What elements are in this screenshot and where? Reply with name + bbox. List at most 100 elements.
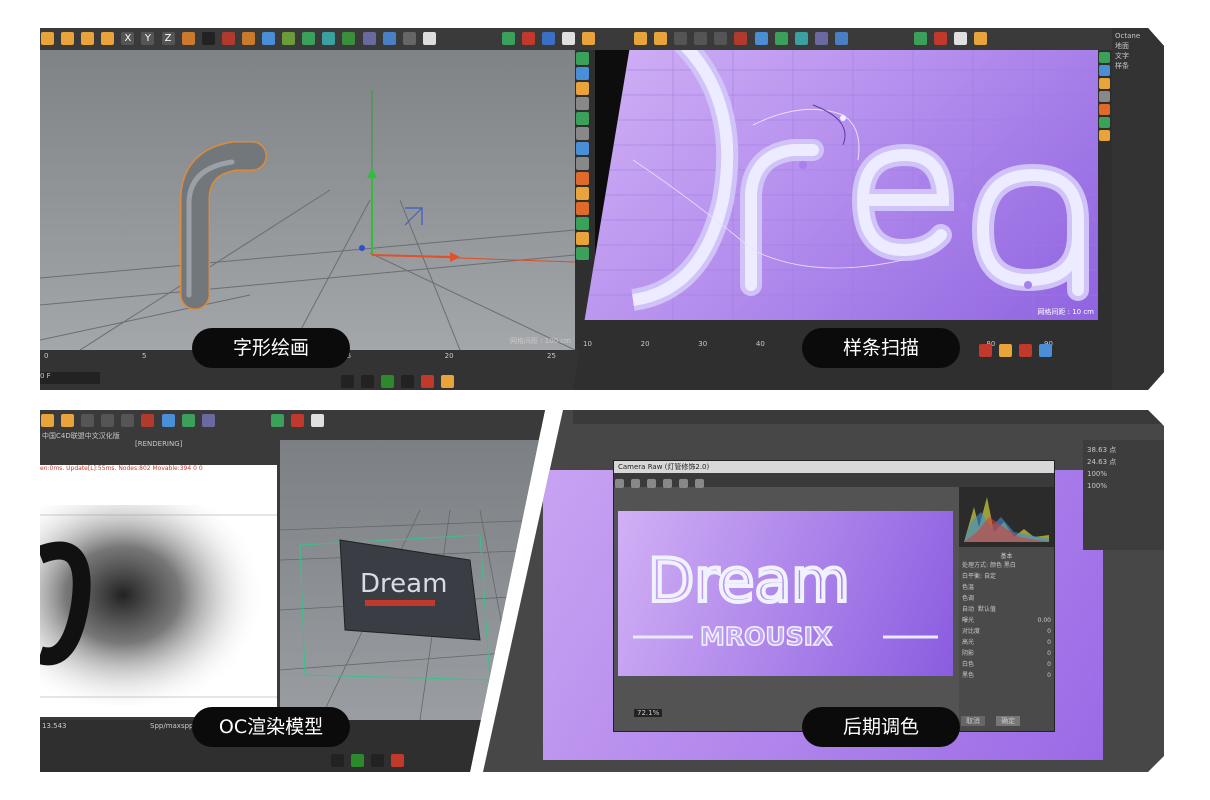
font-size-value[interactable]: 38.63 点 xyxy=(1087,444,1160,456)
add-icon[interactable] xyxy=(61,414,75,427)
slider-row[interactable]: 对比度 0 xyxy=(962,626,1054,637)
prev-frame-icon[interactable] xyxy=(361,375,375,388)
rotate-icon[interactable] xyxy=(41,414,54,427)
subdivide-icon[interactable] xyxy=(181,414,195,427)
cr-preview[interactable]: Dream MROUSIX xyxy=(618,511,953,676)
array-icon[interactable] xyxy=(794,32,808,45)
cube-icon[interactable] xyxy=(754,32,768,45)
rotate-icon[interactable] xyxy=(81,32,95,45)
scale-icon[interactable] xyxy=(654,32,668,45)
subdivide-icon[interactable] xyxy=(302,32,316,45)
scale-h-value[interactable]: 100% xyxy=(1087,480,1160,492)
camera-icon[interactable] xyxy=(402,32,416,45)
oc-light-icon[interactable] xyxy=(311,414,325,427)
frame-field[interactable]: 0 F xyxy=(40,372,100,384)
render-icon[interactable] xyxy=(141,414,155,427)
add-icon[interactable] xyxy=(101,32,115,45)
next-frame-icon[interactable] xyxy=(371,754,385,767)
slider-row[interactable]: 高光 0 xyxy=(962,637,1054,648)
crop-icon[interactable] xyxy=(663,479,673,488)
coords-icon[interactable] xyxy=(181,32,195,45)
tool-icon[interactable] xyxy=(576,187,589,200)
sun-icon[interactable] xyxy=(582,32,596,45)
tool-icon[interactable] xyxy=(1099,65,1110,76)
field-icon[interactable] xyxy=(362,32,376,45)
oc-icon[interactable] xyxy=(914,32,928,45)
object-item[interactable]: 地面 xyxy=(1115,41,1161,51)
tool-icon[interactable] xyxy=(576,157,589,170)
wb-value[interactable]: 自定 xyxy=(984,573,996,580)
oc-live-icon[interactable] xyxy=(934,32,948,45)
object-item[interactable]: Octane xyxy=(1115,31,1161,41)
key-icon[interactable] xyxy=(441,375,455,388)
keyframe-icon[interactable] xyxy=(1019,344,1033,357)
tool-icon[interactable] xyxy=(576,247,589,260)
subdivide-icon[interactable] xyxy=(774,32,788,45)
light-icon[interactable] xyxy=(422,32,436,45)
x-axis-icon[interactable] xyxy=(674,32,688,45)
array-icon[interactable] xyxy=(322,32,336,45)
tool-icon[interactable] xyxy=(576,217,589,230)
default-link[interactable]: 默认值 xyxy=(978,606,996,613)
record-icon[interactable] xyxy=(391,754,405,767)
prev-frame-icon[interactable] xyxy=(331,754,344,767)
z-axis-icon[interactable] xyxy=(121,414,135,427)
slider-row[interactable]: 黑色 0 xyxy=(962,670,1054,681)
slider-row[interactable]: 阴影 0 xyxy=(962,648,1054,659)
scene-icon[interactable] xyxy=(382,32,396,45)
z-axis-icon[interactable] xyxy=(714,32,728,45)
scale-icon[interactable] xyxy=(61,32,75,45)
tool-icon[interactable] xyxy=(576,232,589,245)
next-frame-icon[interactable] xyxy=(401,375,415,388)
auto-link[interactable]: 自动 xyxy=(962,606,974,613)
z-axis-button[interactable]: Z xyxy=(161,32,175,45)
oc-icon[interactable] xyxy=(501,32,515,45)
tool-icon[interactable] xyxy=(1099,52,1110,63)
eyedropper-icon[interactable] xyxy=(647,479,657,488)
oc-light-icon[interactable] xyxy=(954,32,968,45)
tool-icon[interactable] xyxy=(576,112,589,125)
play-icon[interactable] xyxy=(381,375,395,388)
rotate-icon[interactable] xyxy=(695,479,705,488)
hand-icon[interactable] xyxy=(631,479,641,488)
cancel-button[interactable]: 取消 xyxy=(961,716,985,726)
move-icon[interactable] xyxy=(634,32,647,45)
tool-icon[interactable] xyxy=(1099,91,1110,102)
tool-icon[interactable] xyxy=(576,202,589,215)
color-radio[interactable]: 颜色 xyxy=(990,562,1002,569)
viewport[interactable]: 网格间距 : 10 cm xyxy=(573,50,1098,320)
tool-icon[interactable] xyxy=(576,142,589,155)
tool-icon[interactable] xyxy=(576,82,589,95)
live-viewer[interactable]: en:0ms. Update[L]:55ms. Nodes:802 Movabl… xyxy=(40,465,277,717)
zoom-level[interactable]: 72.1% xyxy=(634,709,663,717)
deformer-icon[interactable] xyxy=(342,32,356,45)
oc-live-icon[interactable] xyxy=(522,32,536,45)
first-frame-icon[interactable] xyxy=(341,375,354,388)
oc-material-icon[interactable] xyxy=(542,32,556,45)
render-settings-icon[interactable] xyxy=(241,32,255,45)
oc-live-icon[interactable] xyxy=(291,414,305,427)
record-icon[interactable] xyxy=(979,344,992,357)
record-icon[interactable] xyxy=(421,375,435,388)
scale-v-value[interactable]: 100% xyxy=(1087,468,1160,480)
tool-icon[interactable] xyxy=(1099,78,1110,89)
oc-icon[interactable] xyxy=(270,414,284,427)
object-item[interactable]: 文字 xyxy=(1115,51,1161,61)
oc-light-icon[interactable] xyxy=(562,32,576,45)
leading-value[interactable]: 24.63 点 xyxy=(1087,456,1160,468)
cube-icon[interactable] xyxy=(262,32,276,45)
viewport[interactable]: 网格间距 : 100 cm xyxy=(40,50,575,350)
tool-icon[interactable] xyxy=(576,97,589,110)
x-axis-button[interactable]: X xyxy=(121,32,135,45)
field-icon[interactable] xyxy=(201,414,215,427)
y-axis-button[interactable]: Y xyxy=(141,32,155,45)
slider-row[interactable]: 曝光 0.00 xyxy=(962,615,1054,626)
play-icon[interactable] xyxy=(351,754,365,767)
object-item[interactable]: 样条 xyxy=(1115,61,1161,71)
move-icon[interactable] xyxy=(41,32,54,45)
param-icon[interactable] xyxy=(1039,344,1053,357)
x-axis-icon[interactable] xyxy=(81,414,95,427)
field-icon[interactable] xyxy=(814,32,828,45)
bw-radio[interactable]: 黑白 xyxy=(1004,562,1016,569)
render-icon[interactable] xyxy=(734,32,748,45)
